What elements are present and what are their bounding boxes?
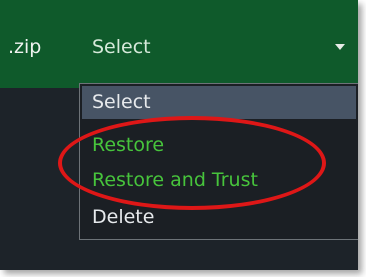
action-dropdown-menu: Select Restore Restore and Trust Delete [79, 83, 358, 240]
file-name-label: .zip [8, 36, 42, 58]
dropdown-option-restore[interactable]: Restore [82, 129, 356, 162]
screenshot-panel: .zip Select Select Restore Restore and T… [0, 0, 358, 270]
file-action-header: .zip Select [0, 0, 358, 88]
action-select-value: Select [92, 36, 151, 58]
action-select[interactable]: Select [79, 26, 358, 68]
dropdown-option-restore-and-trust[interactable]: Restore and Trust [82, 164, 356, 197]
chevron-down-icon[interactable] [335, 44, 345, 50]
dropdown-option-delete[interactable]: Delete [82, 201, 356, 234]
dropdown-option-select[interactable]: Select [82, 86, 356, 119]
